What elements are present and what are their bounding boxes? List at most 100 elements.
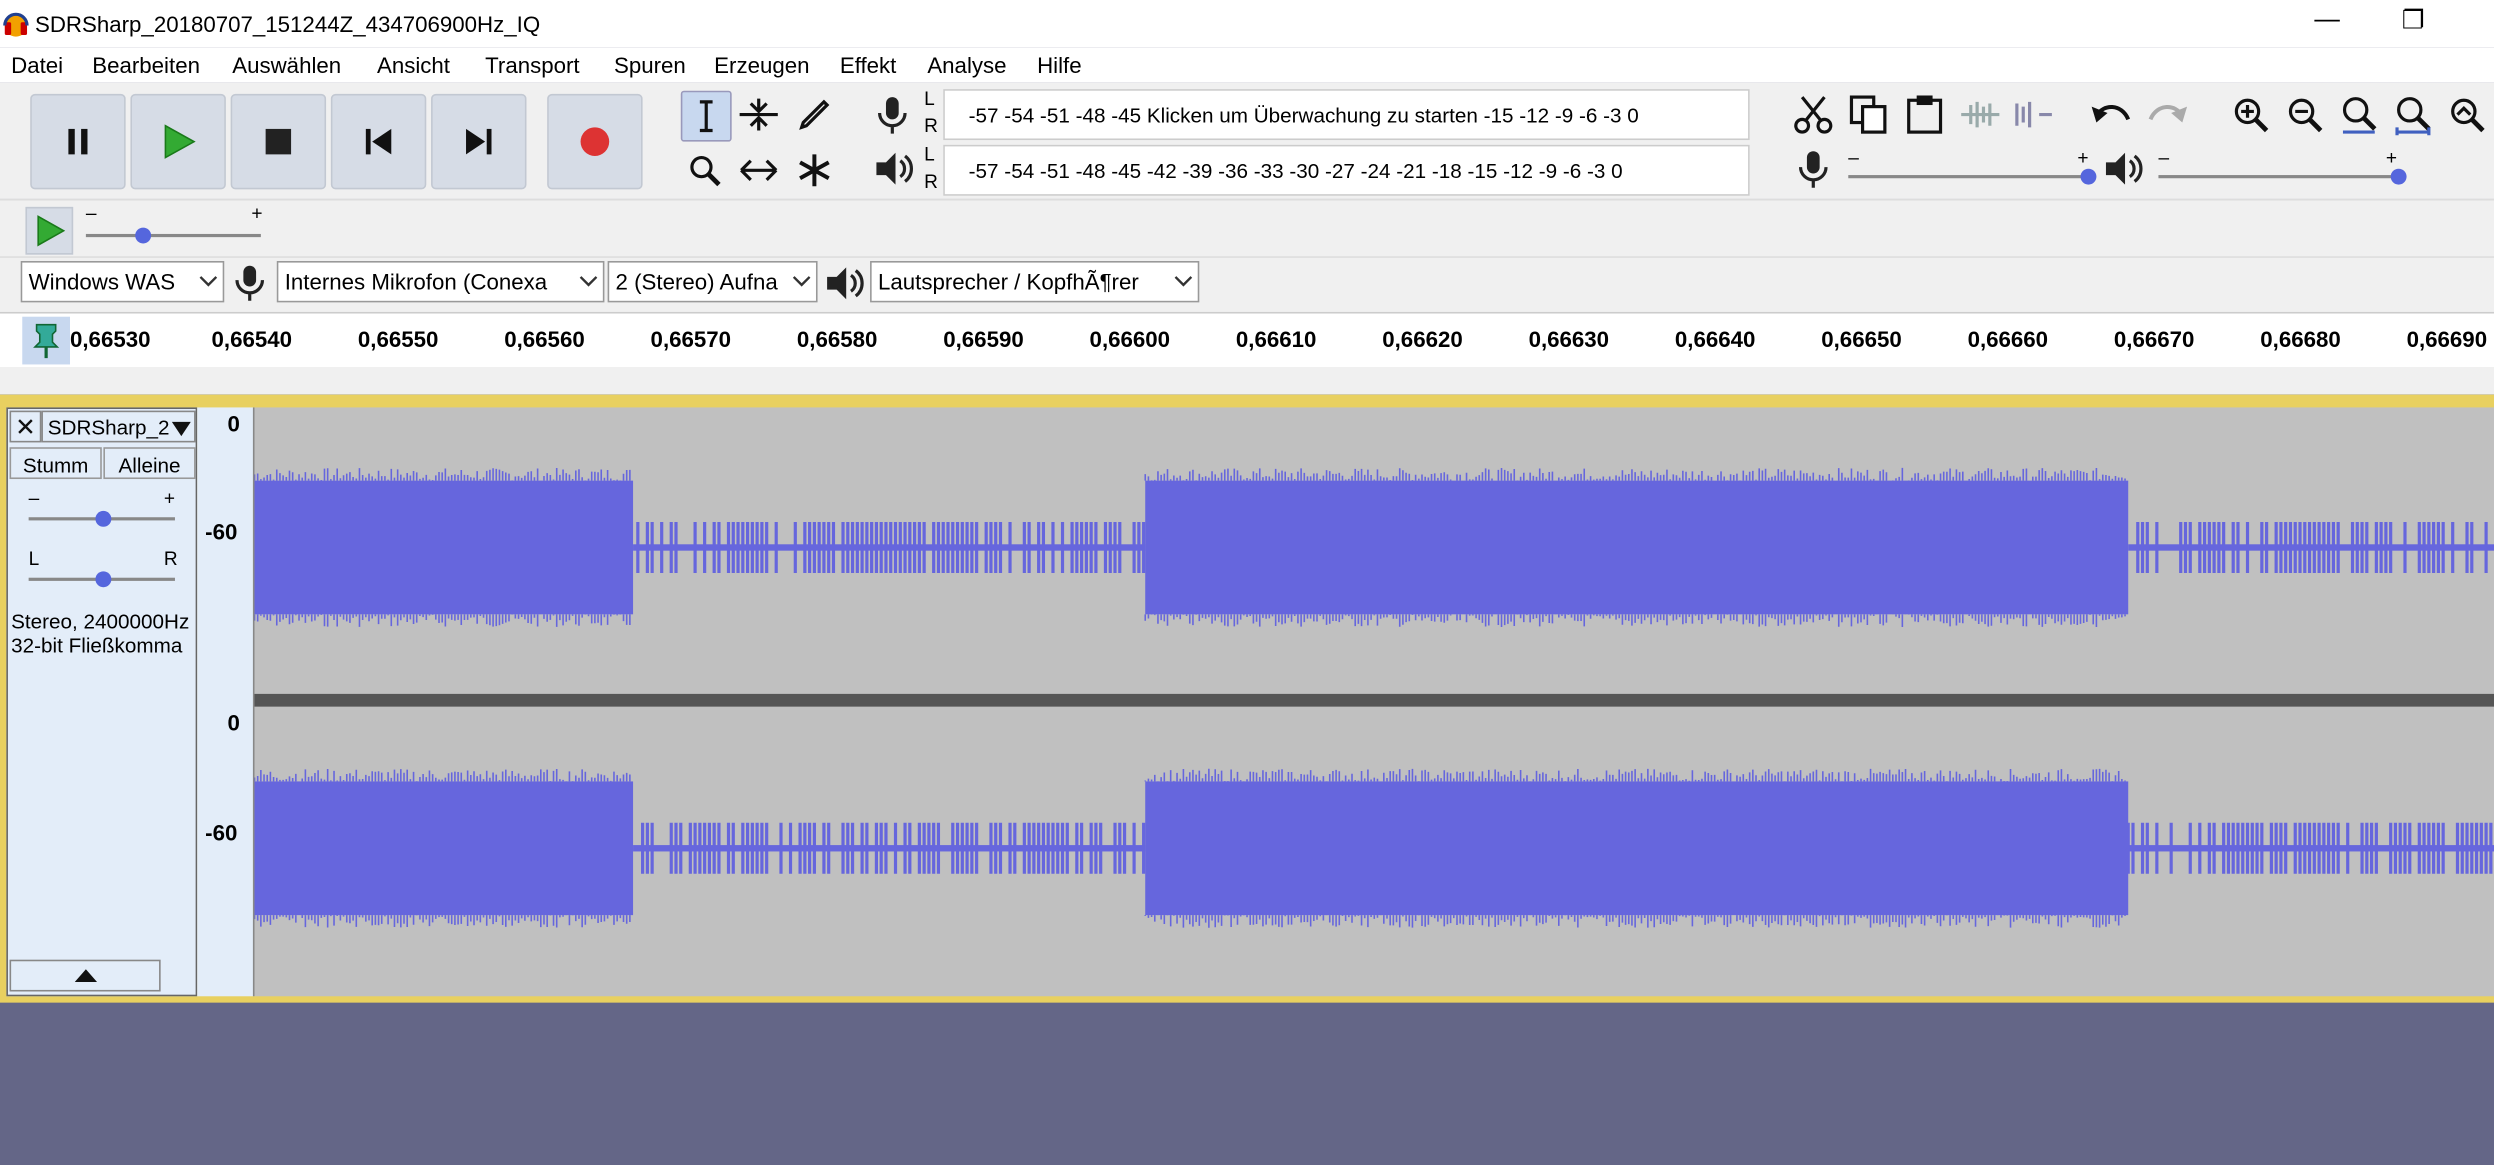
playback-device-select[interactable]: Lautsprecher / KopfhÃ¶rer xyxy=(870,261,1200,303)
ruler-label: 0,66550 xyxy=(357,326,439,352)
vertical-ruler[interactable]: 0 -60 0 -60 xyxy=(197,407,255,997)
gain-minus-label: – xyxy=(28,486,40,510)
collapse-track-button[interactable] xyxy=(9,959,161,992)
rec-meter-l-label: L xyxy=(924,87,935,110)
gain-plus-label: + xyxy=(163,486,175,510)
chevron-down-icon xyxy=(199,267,218,297)
track-name-menu[interactable]: SDRSharp_2 xyxy=(41,410,196,443)
zoom-toggle-button[interactable] xyxy=(2443,91,2491,139)
pin-head-button[interactable] xyxy=(22,316,70,365)
menu-analyse[interactable]: Analyse xyxy=(927,53,1006,78)
ruler-label: 0,66600 xyxy=(1089,326,1171,352)
menu-hilfe[interactable]: Hilfe xyxy=(1037,53,1082,78)
undo-button[interactable] xyxy=(2088,91,2136,139)
minimize-button[interactable]: — xyxy=(2314,6,2339,35)
record-volume-thumb[interactable] xyxy=(2080,168,2097,185)
ruler-label: 0,66580 xyxy=(796,326,878,352)
skip-start-button[interactable] xyxy=(330,93,427,190)
play-at-speed-toolbar: – + xyxy=(0,198,2494,258)
waveform-baseline xyxy=(2128,845,2494,852)
playback-speed-slider[interactable] xyxy=(85,233,261,238)
zoom-in-icon xyxy=(2234,98,2269,133)
redo-icon xyxy=(2148,105,2188,123)
envelope-tool-button[interactable] xyxy=(735,91,783,139)
fit-selection-button[interactable] xyxy=(2335,91,2383,139)
menu-spuren[interactable]: Spuren xyxy=(614,53,686,78)
playback-speed-thumb[interactable] xyxy=(135,227,152,244)
restore-button[interactable]: ❐ xyxy=(2402,5,2425,37)
zoom-tool-button[interactable] xyxy=(681,146,729,194)
ruler-label: 0,66640 xyxy=(1674,326,1756,352)
audio-host-select[interactable]: Windows WAS xyxy=(20,261,225,303)
track-control-panel[interactable]: SDRSharp_2 Stumm Alleine – + L R Stereo,… xyxy=(6,407,198,997)
fit-project-icon xyxy=(2395,97,2431,136)
fit-project-button[interactable] xyxy=(2389,91,2437,139)
pan-slider-thumb[interactable] xyxy=(95,571,112,588)
recording-channels-select[interactable]: 2 (Stereo) Aufna xyxy=(607,261,818,303)
selection-tool-button[interactable] xyxy=(680,90,732,142)
playback-volume-slider[interactable] xyxy=(2158,175,2398,179)
close-track-button[interactable] xyxy=(9,410,42,443)
record-button[interactable] xyxy=(547,93,643,190)
copy-button[interactable] xyxy=(1845,91,1893,139)
gain-slider-thumb[interactable] xyxy=(95,510,112,527)
silence-button[interactable] xyxy=(2011,91,2059,139)
magnifier-icon xyxy=(690,155,721,187)
channel-separator xyxy=(254,693,2494,707)
skip-end-button[interactable] xyxy=(431,93,527,190)
playback-meter[interactable]: -57 -54 -51 -48 -45 -42 -39 -36 -33 -30 … xyxy=(943,144,1750,196)
microphone-icon[interactable] xyxy=(875,95,910,144)
solo-button[interactable]: Alleine xyxy=(103,447,196,480)
play-button[interactable] xyxy=(130,93,226,190)
ch2-scale-top: 0 xyxy=(227,709,240,736)
ruler-label: 0,66610 xyxy=(1235,326,1317,352)
menu-effekt[interactable]: Effekt xyxy=(840,53,897,78)
ruler-label: 0,66570 xyxy=(650,326,732,352)
chevron-down-icon xyxy=(792,267,811,297)
stop-button[interactable] xyxy=(230,93,327,190)
mixer-microphone-icon xyxy=(1797,150,1829,199)
draw-tool-button[interactable] xyxy=(791,91,839,139)
record-volume-slider[interactable] xyxy=(1848,175,2087,179)
zoom-out-icon xyxy=(2288,98,2323,133)
waveform-baseline xyxy=(633,544,1146,551)
rec-volume-minus: – xyxy=(1848,146,1859,169)
multi-tool-button[interactable] xyxy=(791,146,839,194)
menu-auswaehlen[interactable]: Auswählen xyxy=(232,53,341,78)
pause-button[interactable] xyxy=(30,93,126,190)
menu-bearbeiten[interactable]: Bearbeiten xyxy=(92,53,200,78)
redo-button[interactable] xyxy=(2143,91,2191,139)
timeline-ruler[interactable]: 0,66530 0,66540 0,66550 0,66560 0,66570 … xyxy=(0,311,2494,370)
mute-button[interactable]: Stumm xyxy=(9,447,102,480)
zoom-in-button[interactable] xyxy=(2227,91,2275,139)
envelope-icon xyxy=(739,98,778,131)
timeshift-tool-button[interactable] xyxy=(735,146,783,194)
double-arrow-icon xyxy=(740,159,778,181)
ruler-label: 0,66590 xyxy=(943,326,1024,352)
pan-left-label: L xyxy=(28,547,40,570)
play-icon xyxy=(164,124,196,159)
silence-audio-icon xyxy=(2015,101,2052,128)
trim-button[interactable] xyxy=(1956,91,2004,139)
timeline-scrub-area[interactable] xyxy=(0,367,2494,398)
ruler-label: 0,66670 xyxy=(2113,326,2195,352)
recording-device-select[interactable]: Internes Mikrofon (Conexa xyxy=(276,261,605,303)
record-meter[interactable]: -57 -54 -51 -48 -45 Klicken um Überwachu… xyxy=(943,89,1750,141)
zoom-out-button[interactable] xyxy=(2281,91,2329,139)
menu-transport[interactable]: Transport xyxy=(485,53,579,78)
menu-erzeugen[interactable]: Erzeugen xyxy=(714,53,809,78)
paste-button[interactable] xyxy=(1901,91,1949,139)
ruler-label: 0,66560 xyxy=(504,326,585,352)
speaker-icon[interactable] xyxy=(873,150,914,196)
ruler-label: 0,66630 xyxy=(1528,326,1610,352)
window-title: SDRSharp_20180707_151244Z_434706900Hz_IQ xyxy=(34,11,541,37)
play-volume-plus: + xyxy=(2385,146,2398,169)
cut-button[interactable] xyxy=(1789,91,1837,139)
menu-ansicht[interactable]: Ansicht xyxy=(377,53,450,78)
menu-datei[interactable]: Datei xyxy=(11,53,63,78)
track-sample-format: 32-bit Fließkomma xyxy=(11,633,183,658)
playback-device-value: Lautsprecher / KopfhÃ¶rer xyxy=(878,268,1139,295)
stop-icon xyxy=(265,128,292,155)
play-at-speed-button[interactable] xyxy=(25,206,74,255)
playback-volume-thumb[interactable] xyxy=(2390,168,2407,185)
